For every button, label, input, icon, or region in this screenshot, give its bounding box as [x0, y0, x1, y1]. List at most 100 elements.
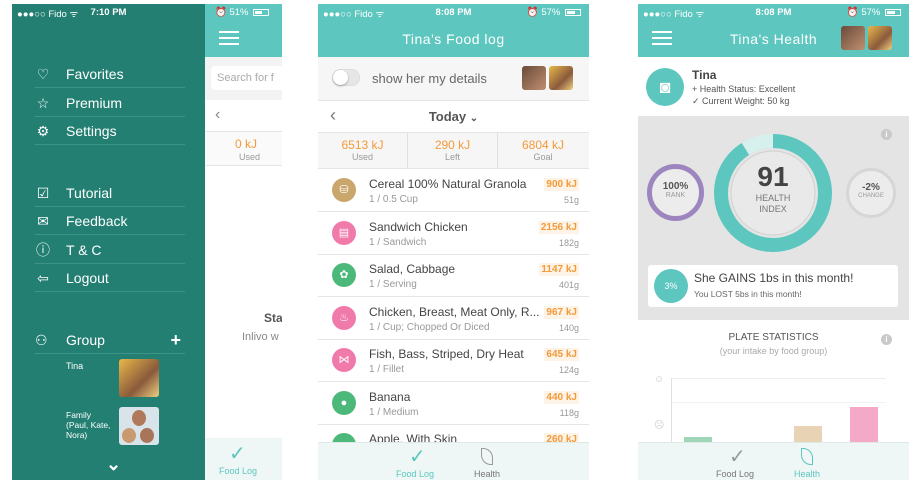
- avatar-tina[interactable]: [549, 66, 573, 90]
- date-selector[interactable]: Today ⌄: [318, 109, 589, 124]
- profile-name: Tina: [692, 68, 717, 82]
- food-grams: 124g: [558, 365, 579, 375]
- plate-statistics: i PLATE STATISTICS (your intake by food …: [638, 320, 909, 442]
- food-grams: 401g: [558, 280, 579, 290]
- food-name: Chicken, Breast, Meat Only, R...: [369, 304, 540, 319]
- summary-value: 6804 kJ: [521, 138, 565, 152]
- plate-subtitle: (your intake by food group): [719, 346, 828, 356]
- avatar-friend[interactable]: [841, 26, 865, 50]
- summary-value: 290 kJ: [434, 138, 471, 152]
- background-food-log: Search for f ‹ 0 kJ Used Sta Inlivo w ✓ …: [205, 4, 282, 480]
- gain-text: She GAINS 1bs in this month!: [694, 271, 854, 285]
- menu-item-label: Feedback: [66, 213, 128, 229]
- food-category-icon: ●: [332, 390, 356, 415]
- summary-used: 6513 kJ Used: [318, 133, 408, 169]
- menu-item-label: Tutorial: [66, 185, 113, 201]
- food-row[interactable]: ✿ Salad, Cabbage 1 / Serving 1147 kJ 401g: [318, 255, 589, 297]
- food-row[interactable]: ● Banana 1 / Medium 440 kJ 118g: [318, 383, 589, 425]
- avatar-tina[interactable]: [119, 359, 159, 397]
- food-serving: 1 / Medium: [369, 406, 419, 418]
- used-kj: 0 kJ: [235, 137, 258, 151]
- food-grams: 182g: [558, 237, 579, 248]
- battery: ⏰ 57%: [527, 7, 581, 18]
- tab-food-log[interactable]: ✓ Food Log: [396, 443, 440, 480]
- food-grams: 118g: [559, 407, 579, 418]
- food-serving: 1 / Cup; Chopped Or Diced: [369, 321, 490, 333]
- menu-item-premium[interactable]: ☆ Premium: [35, 89, 185, 117]
- health-index-text: 91 HEALTH INDEX: [712, 161, 834, 215]
- food-log-header: ●●●○○ Fido ᯤ 8:08 PM ⏰ 57% Tina's Food l…: [318, 4, 589, 57]
- summary-label: Used: [351, 152, 373, 162]
- clock: 7:10 PM: [90, 7, 127, 18]
- member-name-tina: Tina: [66, 361, 84, 371]
- weight-change-card: 3% She GAINS 1bs in this month! You LOST…: [648, 265, 898, 307]
- menu-item-feedback[interactable]: ✉ Feedback: [35, 207, 185, 235]
- menu-item-tutorial[interactable]: ☑ Tutorial: [35, 179, 185, 207]
- food-kj: 2156 kJ: [538, 220, 579, 234]
- share-toggle-row: show her my details: [318, 57, 589, 101]
- food-row[interactable]: ▤ Sandwich Chicken 1 / Sandwich 2156 kJ 182g: [318, 213, 589, 255]
- menu-item-label: Favorites: [66, 66, 124, 82]
- tab-health[interactable]: Health: [790, 443, 830, 480]
- food-row[interactable]: ⛁ Cereal 100% Natural Granola 1 / 0.5 Cup 9…: [318, 170, 589, 212]
- food-row[interactable]: ⋈ Fish, Bass, Striped, Dry Heat 1 / Fillet…: [318, 340, 589, 382]
- phone-health-screen: ●●●○○ Fido ᯤ 8:08 PM ⏰ 57% Tina's Health…: [638, 4, 909, 480]
- add-group-button[interactable]: +: [170, 326, 181, 354]
- food-serving: 1 / 0.5 Cup: [369, 194, 418, 205]
- summary-label: Goal: [533, 152, 553, 162]
- menu-item-label: Logout: [66, 270, 109, 286]
- avatar-tina[interactable]: [868, 26, 892, 50]
- food-category-icon: ⋈: [332, 348, 356, 372]
- tab-bar: ✓ Food Log Health: [638, 442, 909, 480]
- used-label: Used: [239, 152, 261, 162]
- empty-text: Inlivo w: [242, 331, 279, 343]
- food-row[interactable]: ♨ Chicken, Breast, Meat Only, R... 1 / Cup…: [318, 298, 589, 340]
- kj-summary: 6513 kJ Used 290 kJ Left 6804 kJ Goal: [318, 133, 589, 169]
- check-icon: ✓: [409, 446, 426, 468]
- menu-item-settings[interactable]: ⚙ Settings: [35, 117, 185, 145]
- check-icon: ✓: [729, 446, 746, 468]
- sad-icon: ☹: [654, 420, 665, 431]
- plate-title: PLATE STATISTICS: [728, 332, 819, 343]
- summary-value: 6513 kJ: [341, 138, 384, 152]
- food-name: Sandwich Chicken: [369, 219, 468, 234]
- date-nav: ‹ Today ⌄: [318, 101, 589, 133]
- rank-value: 100%: [662, 181, 689, 192]
- food-name: Salad, Cabbage: [369, 262, 456, 276]
- group-header: ⚇ Group +: [35, 326, 185, 354]
- tab-label: Health: [794, 469, 821, 479]
- food-kj: 440 kJ: [544, 390, 579, 404]
- tab-food-log[interactable]: ✓ Food Log: [205, 438, 282, 480]
- menu-item-favorites[interactable]: ♡ Favorites: [35, 60, 185, 88]
- empty-area: Sta Inlivo w: [205, 166, 282, 438]
- camera-icon[interactable]: ◙: [646, 68, 684, 106]
- tab-food-log[interactable]: ✓ Food Log: [716, 443, 760, 480]
- change-label: CHANGE: [858, 193, 884, 199]
- tutorial-icon: ☑: [36, 185, 50, 201]
- lost-text: You LOST 5bs in this month!: [694, 289, 802, 299]
- avatar-family[interactable]: [119, 407, 159, 445]
- avatar-friend[interactable]: [522, 66, 546, 90]
- gain-badge: 3%: [654, 269, 688, 303]
- star-icon: ☆: [36, 95, 50, 111]
- logout-icon: ⇦: [37, 270, 49, 286]
- status-bar: ●●●○○ Fido ᯤ 8:08 PM ⏰ 57%: [318, 4, 589, 22]
- menu-item-logout[interactable]: ⇦ Logout: [35, 264, 185, 292]
- battery-text: ⏰ 51%: [215, 7, 270, 18]
- share-toggle[interactable]: [332, 69, 360, 86]
- tab-health[interactable]: Health: [470, 443, 510, 480]
- member-name-family: Family (Paul, Kate, Nora): [66, 410, 111, 440]
- plate-chart: [671, 378, 886, 442]
- health-index-panel: i 100% RANK 91 HEALTH INDEX -2% CHANGE 3…: [638, 117, 909, 320]
- chevron-down-icon[interactable]: ⌄: [106, 454, 121, 475]
- info-icon[interactable]: i: [881, 129, 892, 140]
- hamburger-icon[interactable]: [219, 31, 239, 45]
- health-index-value: 91: [757, 161, 789, 192]
- food-category-icon: ⛁: [332, 178, 356, 202]
- side-menu: ●●●○○ Fido ᯤ 7:10 PM ♡ Favorites ☆ Premium ⚙…: [12, 4, 205, 480]
- search-input[interactable]: Search for f: [211, 66, 282, 90]
- leaf-icon: [801, 448, 813, 465]
- menu-item-t-c[interactable]: ⓘ T & C: [35, 236, 185, 264]
- date-nav: ‹: [205, 100, 282, 132]
- chevron-left-icon[interactable]: ‹: [215, 106, 220, 124]
